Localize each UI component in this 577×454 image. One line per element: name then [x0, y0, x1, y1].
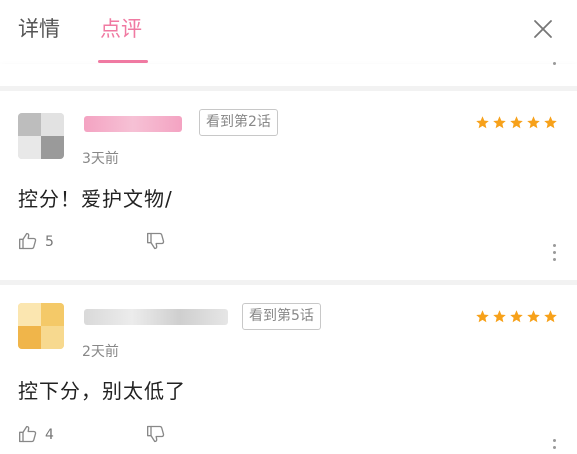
star-icon [544, 310, 557, 323]
review-time: 3天前 [82, 151, 119, 167]
star-icon [476, 116, 489, 129]
dislike-button[interactable] [146, 231, 166, 251]
close-button[interactable] [530, 16, 556, 42]
avatar[interactable] [18, 113, 64, 159]
star-icon [476, 310, 489, 323]
like-count: 5 [45, 234, 54, 250]
review-content: 控分！爱护文物/ [18, 187, 173, 211]
avatar[interactable] [18, 303, 64, 349]
review-card: 看到第2话 3天前 控分！爱护文物/ 5 [0, 91, 577, 280]
star-rating [475, 309, 558, 324]
more-options-button[interactable] [551, 244, 557, 261]
star-icon [527, 116, 540, 129]
review-card: 看到第5话 2天前 控下分，别太低了 4 [0, 285, 577, 454]
like-count: 4 [45, 427, 54, 443]
previous-review-remnant [0, 62, 577, 86]
username-masked[interactable] [84, 116, 182, 132]
more-options-button[interactable] [551, 62, 557, 65]
close-icon [534, 20, 552, 38]
username-masked[interactable] [84, 309, 228, 325]
thumbs-up-icon [19, 425, 37, 443]
thumbs-down-icon [147, 425, 165, 443]
star-icon [527, 310, 540, 323]
progress-badge: 看到第2话 [199, 109, 278, 136]
star-icon [493, 116, 506, 129]
dislike-button[interactable] [146, 424, 166, 444]
more-vertical-icon [552, 244, 556, 247]
star-rating [475, 115, 558, 130]
active-tab-indicator [98, 60, 148, 63]
more-vertical-icon [552, 439, 556, 442]
more-options-button[interactable] [551, 439, 557, 449]
tab-reviews[interactable]: 点评 [100, 14, 142, 44]
star-icon [493, 310, 506, 323]
tab-details[interactable]: 详情 [18, 14, 60, 44]
review-content: 控下分，别太低了 [18, 379, 186, 403]
like-button[interactable] [18, 231, 38, 251]
star-icon [510, 310, 523, 323]
like-button[interactable] [18, 424, 38, 444]
review-time: 2天前 [82, 344, 119, 360]
thumbs-up-icon [19, 232, 37, 250]
star-icon [510, 116, 523, 129]
thumbs-down-icon [147, 232, 165, 250]
progress-badge: 看到第5话 [242, 303, 321, 330]
star-icon [544, 116, 557, 129]
tab-bar: 详情 点评 [0, 0, 577, 64]
more-vertical-icon [552, 62, 556, 65]
